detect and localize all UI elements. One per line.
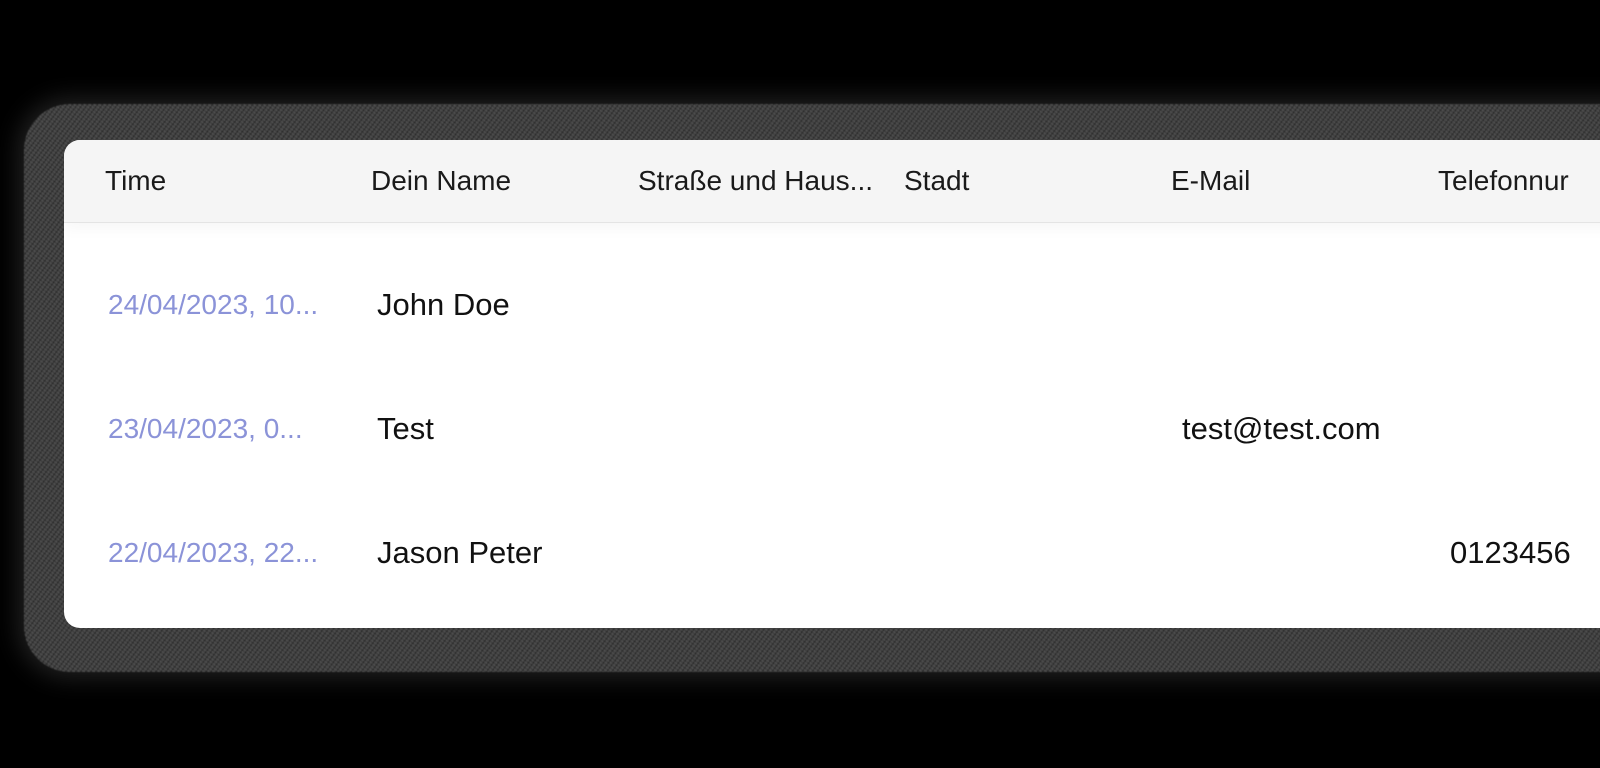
table-header-row: Time Dein Name Straße und Haus... Stadt … xyxy=(64,140,1600,223)
phone-cell xyxy=(1450,367,1600,491)
phone-cell xyxy=(1450,243,1600,367)
email-cell xyxy=(1182,491,1432,615)
table-row[interactable]: 22/04/2023, 22... Jason Peter 0123456 xyxy=(64,491,1600,615)
table-row[interactable]: 24/04/2023, 10... John Doe xyxy=(64,243,1600,367)
email-cell: test@test.com xyxy=(1182,411,1381,446)
time-link[interactable]: 22/04/2023, 22... xyxy=(108,491,340,615)
email-cell xyxy=(1182,243,1432,367)
name-cell: Test xyxy=(377,411,434,446)
name-cell: Jason Peter xyxy=(377,535,543,570)
street-cell xyxy=(644,491,894,615)
header-spacer xyxy=(64,223,1600,243)
city-cell xyxy=(910,491,1160,615)
name-cell: John Doe xyxy=(377,287,510,322)
street-cell xyxy=(644,367,894,491)
column-header-street[interactable]: Straße und Haus... xyxy=(638,140,888,222)
screenshot-stage: Time Dein Name Straße und Haus... Stadt … xyxy=(0,0,1600,768)
table-row[interactable]: 23/04/2023, 0... Test test@test.com xyxy=(64,367,1600,491)
phone-cell: 0123456 xyxy=(1450,535,1571,570)
city-cell xyxy=(910,367,1160,491)
submissions-table: Time Dein Name Straße und Haus... Stadt … xyxy=(64,140,1600,628)
time-link[interactable]: 24/04/2023, 10... xyxy=(108,243,340,367)
column-header-phone[interactable]: Telefonnur xyxy=(1438,140,1600,222)
column-header-name[interactable]: Dein Name xyxy=(371,140,621,222)
street-cell xyxy=(644,243,894,367)
column-header-email[interactable]: E-Mail xyxy=(1171,140,1421,222)
time-link[interactable]: 23/04/2023, 0... xyxy=(108,367,323,491)
city-cell xyxy=(910,243,1160,367)
column-header-city[interactable]: Stadt xyxy=(904,140,1154,222)
column-header-time[interactable]: Time xyxy=(105,140,355,222)
